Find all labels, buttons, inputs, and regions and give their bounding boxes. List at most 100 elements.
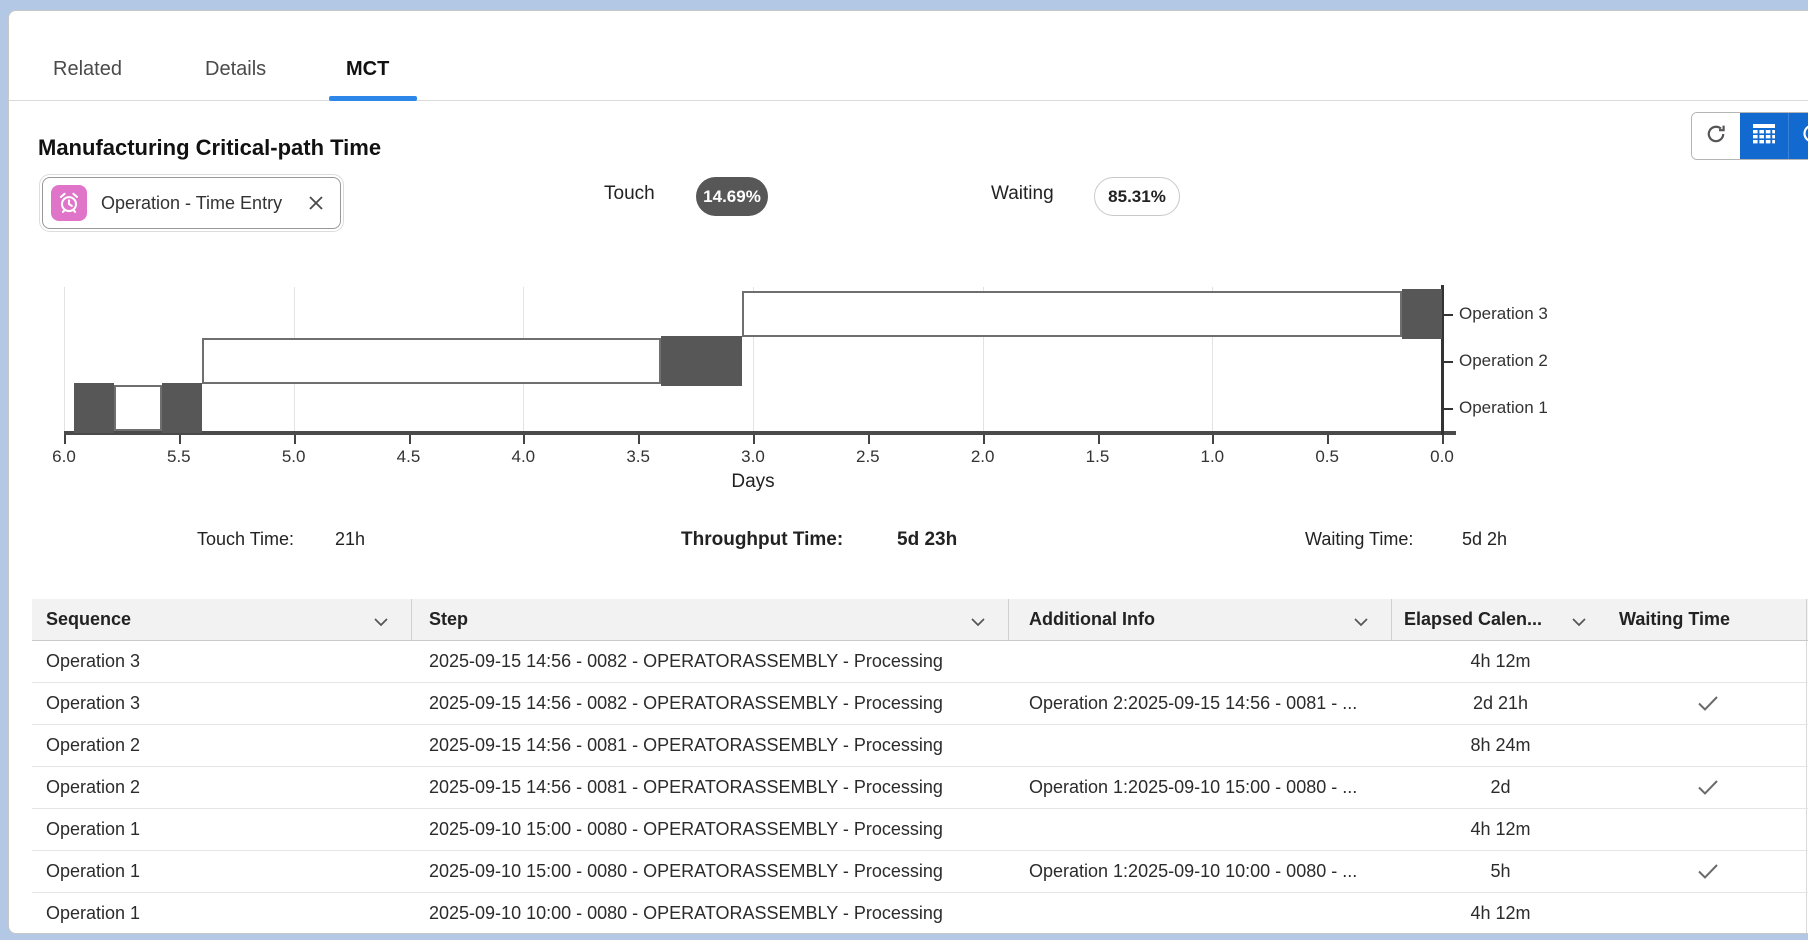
table-row[interactable]: Operation 2 2025-09-15 14:56 - 0081 - OP…: [32, 767, 1808, 809]
chevron-down-icon[interactable]: [970, 612, 986, 633]
checkmark-icon: [1697, 695, 1719, 712]
waiting-segment[interactable]: [742, 291, 1402, 337]
x-axis-tick: [64, 435, 66, 444]
x-axis-tick-label: 0.5: [1297, 447, 1357, 467]
cell-elapsed: 2d: [1392, 767, 1609, 808]
touch-segment[interactable]: [74, 383, 114, 433]
table-row[interactable]: Operation 3 2025-09-15 14:56 - 0082 - OP…: [32, 683, 1808, 725]
operation-label: Operation 2: [1459, 351, 1548, 371]
x-axis-tick-label: 5.5: [149, 447, 209, 467]
cell-waiting-time: [1609, 893, 1807, 934]
waiting-segment[interactable]: [114, 385, 162, 431]
cell-step: 2025-09-15 14:56 - 0082 - OPERATORASSEMB…: [412, 683, 1009, 724]
time-summary: Touch Time: 21h Throughput Time: 5d 23h …: [9, 529, 1808, 559]
gantt-row: [64, 338, 1442, 384]
waiting-segment[interactable]: [202, 338, 661, 384]
x-axis-tick: [1442, 435, 1444, 444]
cell-step: 2025-09-10 15:00 - 0080 - OPERATORASSEMB…: [412, 851, 1009, 892]
gantt-row: [64, 291, 1442, 337]
cell-elapsed: 8h 24m: [1392, 725, 1609, 766]
throughput-time-value: 5d 23h: [897, 529, 957, 551]
waiting-time-label: Waiting Time:: [1305, 529, 1413, 550]
cell-sequence: Operation 2: [32, 767, 412, 808]
x-axis-tick: [753, 435, 755, 444]
x-axis-tick-label: 6.0: [34, 447, 94, 467]
column-header-elapsed-calendar[interactable]: Elapsed Calen...: [1392, 599, 1609, 640]
cell-step: 2025-09-15 14:56 - 0082 - OPERATORASSEMB…: [412, 641, 1009, 682]
cell-additional-info: [1009, 641, 1392, 682]
cell-sequence: Operation 1: [32, 851, 412, 892]
cell-step: 2025-09-15 14:56 - 0081 - OPERATORASSEMB…: [412, 767, 1009, 808]
y-axis-tick: [1444, 361, 1453, 363]
x-axis-tick-label: 2.0: [953, 447, 1013, 467]
x-axis-tick: [523, 435, 525, 444]
table-row[interactable]: Operation 2 2025-09-15 14:56 - 0081 - OP…: [32, 725, 1808, 767]
touch-segment[interactable]: [1402, 289, 1442, 339]
x-axis-tick: [294, 435, 296, 444]
x-axis-tick-label: 5.0: [264, 447, 324, 467]
x-axis-tick: [868, 435, 870, 444]
throughput-time-label: Throughput Time:: [681, 529, 843, 551]
table-body: Operation 3 2025-09-15 14:56 - 0082 - OP…: [32, 641, 1808, 934]
x-axis-title: Days: [703, 471, 803, 493]
cell-waiting-time: [1609, 809, 1807, 850]
x-axis-tick: [409, 435, 411, 444]
cell-additional-info: [1009, 725, 1392, 766]
mct-panel: Related Details MCT Manufacturing Critic…: [8, 10, 1808, 934]
cell-waiting-time: [1609, 725, 1807, 766]
x-axis-tick-label: 3.0: [723, 447, 783, 467]
touch-segment[interactable]: [661, 336, 741, 386]
touch-time-value: 21h: [335, 529, 365, 550]
table-header: Sequence Step Additional Info Elapsed Ca…: [32, 599, 1808, 641]
waiting-time-value: 5d 2h: [1462, 529, 1507, 550]
column-header-step[interactable]: Step: [412, 599, 1009, 640]
cell-elapsed: 4h 12m: [1392, 893, 1609, 934]
cell-waiting-time: [1609, 641, 1807, 682]
x-axis-tick: [983, 435, 985, 444]
table-row[interactable]: Operation 3 2025-09-15 14:56 - 0082 - OP…: [32, 641, 1808, 683]
x-axis-tick-label: 3.5: [608, 447, 668, 467]
cell-elapsed: 4h 12m: [1392, 809, 1609, 850]
table-row[interactable]: Operation 1 2025-09-10 10:00 - 0080 - OP…: [32, 893, 1808, 934]
cell-step: 2025-09-10 15:00 - 0080 - OPERATORASSEMB…: [412, 809, 1009, 850]
table-row[interactable]: Operation 1 2025-09-10 15:00 - 0080 - OP…: [32, 851, 1808, 893]
checkmark-icon: [1697, 779, 1719, 796]
x-axis-tick-label: 4.0: [493, 447, 553, 467]
x-axis-tick: [1327, 435, 1329, 444]
x-axis-tick-label: 1.0: [1182, 447, 1242, 467]
x-axis-tick-label: 4.5: [379, 447, 439, 467]
cell-elapsed: 2d 21h: [1392, 683, 1609, 724]
x-axis-tick-label: 1.5: [1068, 447, 1128, 467]
x-axis-tick-label: 0.0: [1412, 447, 1472, 467]
mct-steps-table: Sequence Step Additional Info Elapsed Ca…: [32, 599, 1808, 934]
chevron-down-icon[interactable]: [373, 612, 389, 633]
cell-step: 2025-09-10 10:00 - 0080 - OPERATORASSEMB…: [412, 893, 1009, 934]
x-axis-tick: [1098, 435, 1100, 444]
x-axis-tick: [1212, 435, 1214, 444]
column-header-sequence[interactable]: Sequence: [32, 599, 412, 640]
y-axis-tick: [1444, 408, 1453, 410]
cell-elapsed: 5h: [1392, 851, 1609, 892]
cell-additional-info: Operation 1:2025-09-10 15:00 - 0080 - ..…: [1009, 767, 1392, 808]
touch-segment[interactable]: [162, 383, 202, 433]
column-header-additional-info[interactable]: Additional Info: [1009, 599, 1392, 640]
gantt-row: [64, 385, 1442, 431]
screen: Related Details MCT Manufacturing Critic…: [0, 0, 1808, 940]
chevron-down-icon[interactable]: [1571, 612, 1587, 633]
cell-waiting-time: [1609, 767, 1807, 808]
cell-elapsed: 4h 12m: [1392, 641, 1609, 682]
column-header-waiting-time[interactable]: Waiting Time: [1609, 599, 1807, 640]
cell-sequence: Operation 1: [32, 809, 412, 850]
cell-sequence: Operation 3: [32, 683, 412, 724]
y-axis-tick: [1444, 314, 1453, 316]
cell-step: 2025-09-15 14:56 - 0081 - OPERATORASSEMB…: [412, 725, 1009, 766]
cell-sequence: Operation 2: [32, 725, 412, 766]
x-axis-tick: [179, 435, 181, 444]
cell-additional-info: Operation 2:2025-09-15 14:56 - 0081 - ..…: [1009, 683, 1392, 724]
x-axis-tick-label: 2.5: [838, 447, 898, 467]
checkmark-icon: [1697, 863, 1719, 880]
table-row[interactable]: Operation 1 2025-09-10 15:00 - 0080 - OP…: [32, 809, 1808, 851]
x-axis-tick: [638, 435, 640, 444]
chevron-down-icon[interactable]: [1353, 612, 1369, 633]
cell-sequence: Operation 1: [32, 893, 412, 934]
